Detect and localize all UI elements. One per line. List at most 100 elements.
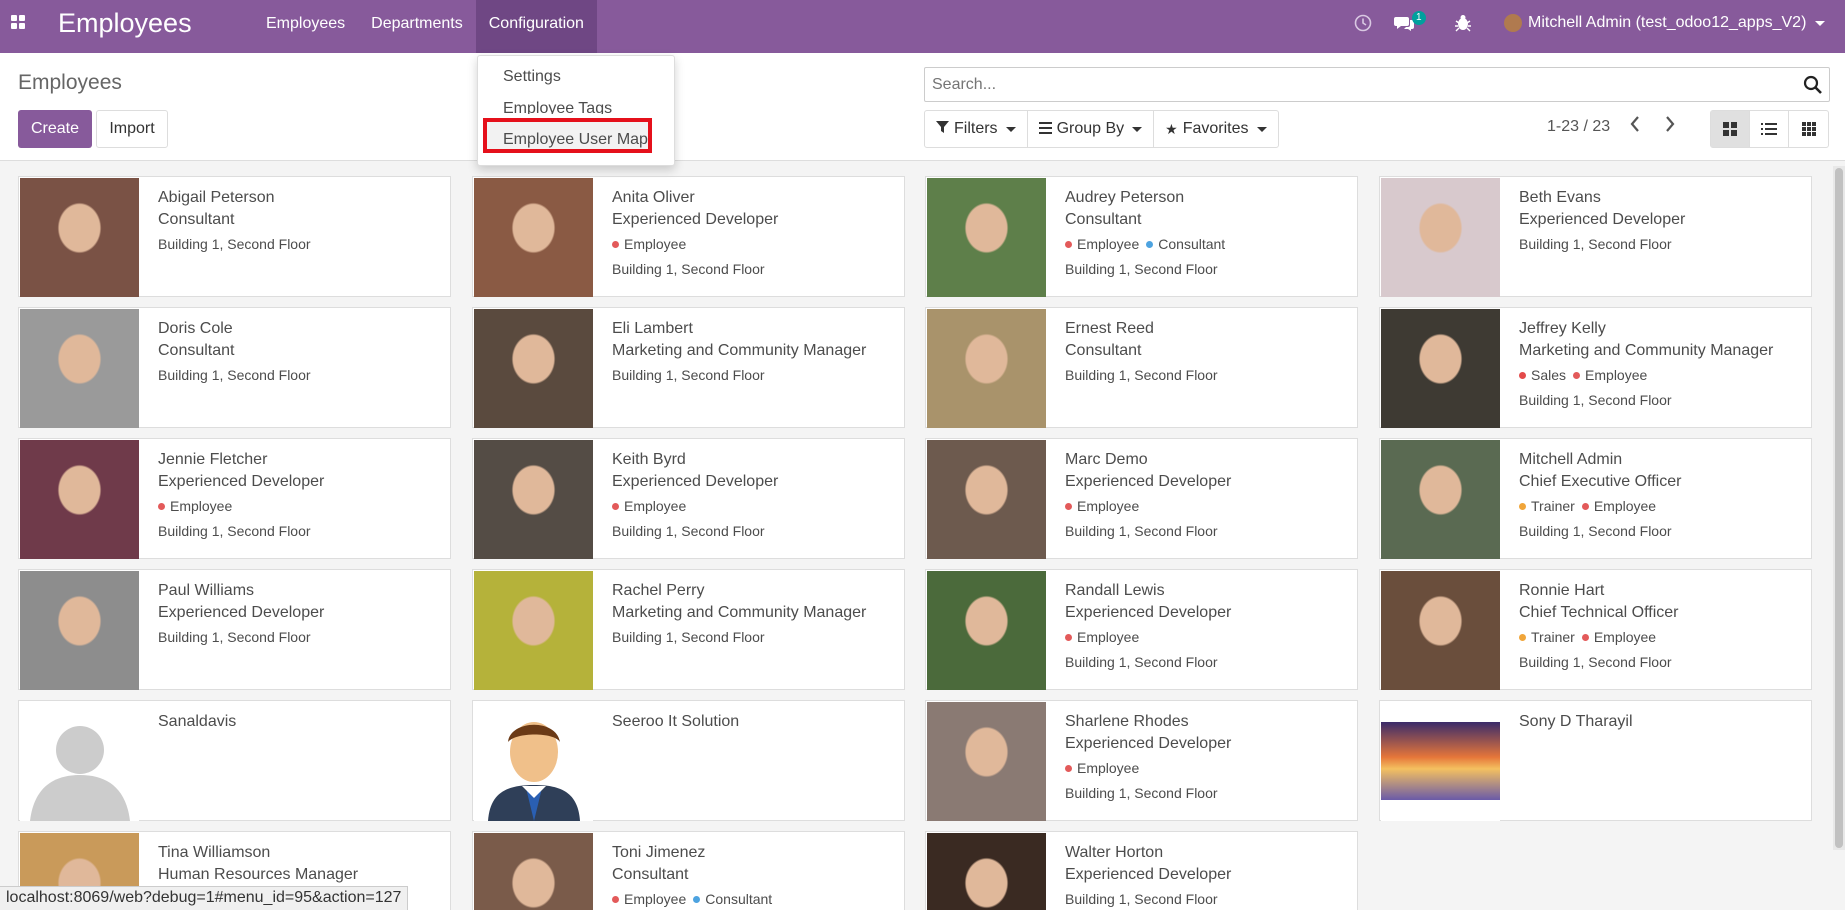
employee-job: Consultant — [1065, 211, 1142, 228]
groupby-label: Group By — [1056, 120, 1125, 137]
tag-badge: Employee — [158, 498, 232, 514]
employee-card[interactable]: Anita Oliver Experienced Developer Employe… — [472, 176, 905, 297]
tag-dot-icon — [1146, 240, 1154, 248]
employee-name[interactable]: Jeffrey Kelly — [1519, 320, 1606, 338]
employee-name[interactable]: Doris Cole — [158, 320, 233, 338]
employee-name[interactable]: Paul Williams — [158, 582, 254, 600]
favorites-button[interactable]: ★ Favorites — [1154, 111, 1277, 147]
user-name: Mitchell Admin (test_odoo12_apps_V2) — [1528, 14, 1807, 31]
search-box — [924, 67, 1830, 102]
create-button[interactable]: Create — [18, 110, 92, 148]
search-icon[interactable] — [1803, 75, 1823, 95]
tag-dot-icon — [1519, 633, 1526, 641]
employee-name[interactable]: Sanaldavis — [158, 713, 236, 731]
employee-job: Experienced Developer — [1065, 473, 1232, 490]
user-menu[interactable]: Mitchell Admin (test_odoo12_apps_V2) — [1504, 14, 1826, 32]
employee-name[interactable]: Mitchell Admin — [1519, 451, 1622, 469]
employee-card[interactable]: Sony D Tharayil — [1379, 700, 1812, 821]
employee-card[interactable]: Seeroo It Solution — [472, 700, 905, 821]
employee-tags: Employee — [158, 498, 239, 514]
tag-badge: Employee — [1065, 760, 1139, 776]
employee-photo — [1381, 571, 1500, 690]
employee-card[interactable]: Ronnie Hart Chief Technical Officer Traine… — [1379, 569, 1812, 690]
employee-name[interactable]: Marc Demo — [1065, 451, 1148, 469]
tag-badge: Consultant — [693, 891, 772, 907]
employee-photo — [927, 702, 1046, 821]
breadcrumb: Employees — [18, 71, 122, 94]
employee-location: Building 1, Second Floor — [158, 236, 311, 252]
employee-name[interactable]: Sony D Tharayil — [1519, 713, 1633, 731]
employee-tags: Employee — [1065, 498, 1146, 514]
employee-card[interactable]: Audrey Peterson Consultant Employee Consult… — [925, 176, 1358, 297]
bug-icon[interactable] — [1453, 13, 1473, 33]
employee-name[interactable]: Abigail Peterson — [158, 189, 275, 207]
employee-photo — [927, 309, 1046, 428]
import-button[interactable]: Import — [96, 110, 168, 148]
employee-name[interactable]: Walter Horton — [1065, 844, 1163, 862]
employee-card[interactable]: Randall Lewis Experienced Developer Employ… — [925, 569, 1358, 690]
dropdown-item-settings[interactable]: Settings — [503, 68, 561, 86]
pager-previous-icon[interactable] — [1629, 114, 1641, 140]
employee-name[interactable]: Jennie Fletcher — [158, 451, 267, 469]
employee-card[interactable]: Rachel Perry Marketing and Community Mana… — [472, 569, 905, 690]
employee-card[interactable]: Sanaldavis — [18, 700, 451, 821]
employee-name[interactable]: Beth Evans — [1519, 189, 1601, 207]
chevron-down-icon — [1132, 126, 1143, 132]
employee-name[interactable]: Ronnie Hart — [1519, 582, 1604, 600]
employee-card[interactable]: Sharlene Rhodes Experienced Developer Empl… — [925, 700, 1358, 821]
menu-configuration[interactable]: Configuration — [475, 0, 597, 53]
dropdown-item-employee-tags[interactable]: Employee Tags — [503, 100, 612, 114]
pager-value: 1-23 / 23 — [1547, 118, 1611, 135]
employee-name[interactable]: Ernest Reed — [1065, 320, 1154, 338]
employee-card[interactable]: Jeffrey Kelly Marketing and Community Man… — [1379, 307, 1812, 428]
employee-name[interactable]: Eli Lambert — [612, 320, 693, 338]
employee-tags: Employee — [612, 236, 693, 252]
employee-card[interactable]: Marc Demo Experienced Developer Employee Bu… — [925, 438, 1358, 559]
tag-dot-icon — [1065, 633, 1072, 641]
employee-name[interactable]: Tina Williamson — [158, 844, 270, 862]
tag-dot-icon — [158, 502, 165, 510]
grid-view-icon[interactable] — [1789, 111, 1828, 147]
employee-card[interactable]: Beth Evans Experienced Developer Building … — [1379, 176, 1812, 297]
apps-menu-icon[interactable] — [11, 15, 25, 29]
pager-next-icon[interactable] — [1664, 114, 1676, 140]
tag-badge: Sales — [1519, 367, 1566, 383]
employee-card[interactable]: Jennie Fletcher Experienced Developer Empl… — [18, 438, 451, 559]
employee-name[interactable]: Rachel Perry — [612, 582, 704, 600]
clock-icon[interactable] — [1353, 13, 1373, 33]
employee-photo — [474, 702, 593, 821]
employee-photo — [927, 833, 1046, 910]
kanban-view-icon[interactable] — [1711, 111, 1750, 147]
menu-employees[interactable]: Employees — [253, 0, 358, 53]
employee-card[interactable]: Ernest Reed Consultant Building 1, Second … — [925, 307, 1358, 428]
employee-card[interactable]: Abigail Peterson Consultant Building 1, Se… — [18, 176, 451, 297]
employee-name[interactable]: Randall Lewis — [1065, 582, 1165, 600]
tag-dot-icon — [1581, 633, 1589, 641]
employee-name[interactable]: Toni Jimenez — [612, 844, 705, 862]
star-icon: ★ — [1165, 120, 1178, 137]
groupby-button[interactable]: Group By — [1028, 111, 1155, 147]
employee-name[interactable]: Anita Oliver — [612, 189, 695, 207]
employee-name[interactable]: Audrey Peterson — [1065, 189, 1184, 207]
employee-job: Marketing and Community Manager — [612, 342, 867, 359]
employee-card[interactable]: Mitchell Admin Chief Executive Officer Tra… — [1379, 438, 1812, 559]
employee-location: Building 1, Second Floor — [1065, 785, 1218, 801]
employee-card[interactable]: Doris Cole Consultant Building 1, Second F… — [18, 307, 451, 428]
menu-departments[interactable]: Departments — [358, 0, 476, 53]
employee-job: Consultant — [158, 211, 235, 228]
employee-card[interactable]: Toni Jimenez Consultant Employee Consultant — [472, 831, 905, 910]
list-view-icon[interactable] — [1750, 111, 1789, 147]
employee-card[interactable]: Eli Lambert Marketing and Community Manag… — [472, 307, 905, 428]
employee-card[interactable]: Keith Byrd Experienced Developer Employee B… — [472, 438, 905, 559]
employee-location: Building 1, Second Floor — [1065, 654, 1218, 670]
employee-name[interactable]: Seeroo It Solution — [612, 713, 739, 731]
employee-card[interactable]: Walter Horton Experienced Developer Buildi… — [925, 831, 1358, 910]
highlight-box — [483, 118, 652, 153]
employee-name[interactable]: Keith Byrd — [612, 451, 686, 469]
chat-icon[interactable] — [1394, 13, 1414, 33]
employee-name[interactable]: Sharlene Rhodes — [1065, 713, 1189, 731]
scrollbar[interactable] — [1833, 166, 1845, 850]
employee-card[interactable]: Paul Williams Experienced Developer Buildi… — [18, 569, 451, 690]
search-input[interactable] — [925, 68, 1775, 101]
filters-button[interactable]: Filters — [925, 111, 1028, 147]
